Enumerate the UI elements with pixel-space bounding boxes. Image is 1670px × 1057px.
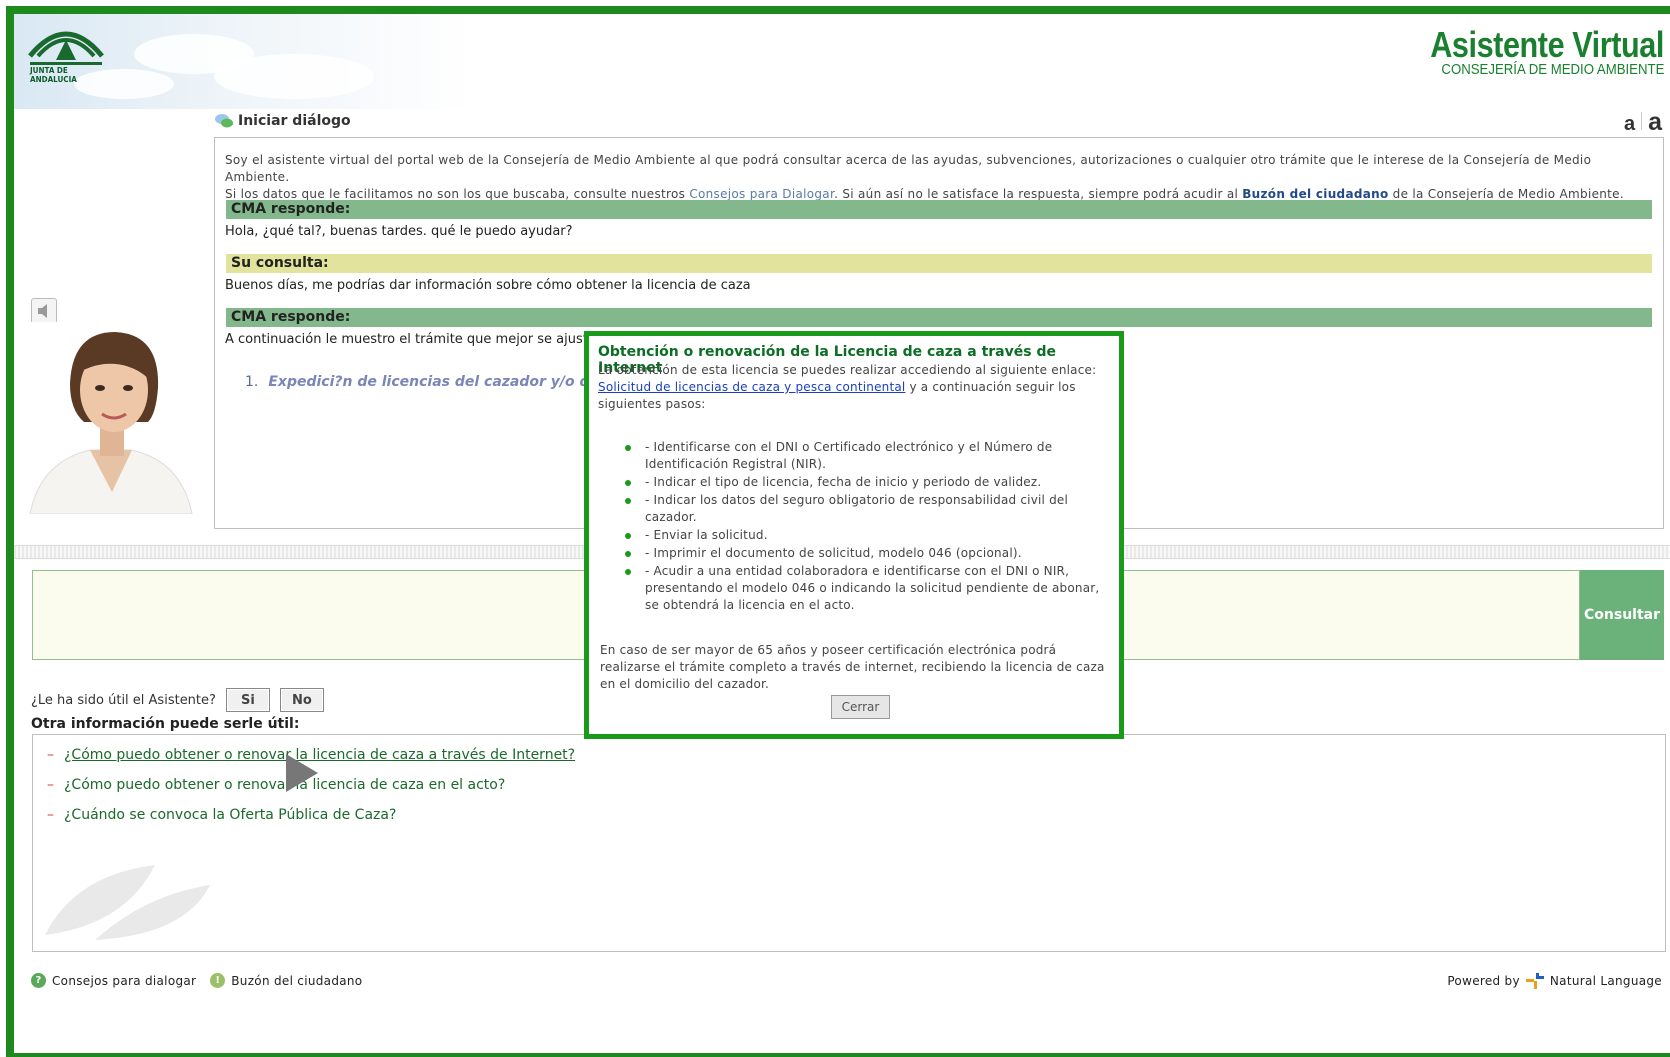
- related-item[interactable]: – ¿Cómo puedo obtener o renovar la licenc…: [47, 777, 505, 793]
- leaf-watermark: [45, 865, 210, 940]
- result-list-item[interactable]: 1. Expedici?n de licencias del cazador y/…: [245, 374, 604, 390]
- powered-by-brand: Natural Language: [1549, 974, 1662, 988]
- feedback-row: ¿Le ha sido útil el Asistente? Si No: [31, 688, 324, 712]
- assistant-avatar: [20, 322, 202, 514]
- intro-text: Soy el asistente virtual del portal web …: [225, 152, 1645, 203]
- step-item: - Indicar el tipo de licencia, fecha de …: [625, 474, 1115, 491]
- window-frame-bottom: [14, 1053, 1670, 1057]
- font-decrease-button[interactable]: a: [1624, 113, 1635, 136]
- speaker-button[interactable]: [31, 298, 57, 324]
- buzon-link[interactable]: Buzón del ciudadano: [1242, 187, 1388, 201]
- result-link[interactable]: Expedici?n de licencias del cazador y/o …: [268, 374, 604, 390]
- popup-intro: La obtención de esta licencia se puedes …: [598, 362, 1118, 413]
- message-header-cma: CMA responde:: [226, 200, 1652, 219]
- intro-line-2-start: Si los datos que le facilitamos no son l…: [225, 187, 690, 201]
- start-dialog-label: Iniciar diálogo: [238, 113, 351, 129]
- font-size-controls: a a: [1624, 108, 1662, 137]
- message-text: A continuación le muestro el trámite que…: [225, 332, 608, 347]
- step-item: - Identificarse con el DNI o Certificado…: [625, 439, 1115, 473]
- footer-consejos-link[interactable]: Consejos para dialogar: [52, 974, 196, 988]
- related-panel: – ¿Cómo puedo obtener o renovar la licenc…: [32, 734, 1666, 952]
- step-item: - Indicar los datos del seguro obligator…: [625, 492, 1115, 526]
- list-bullet: –: [47, 807, 54, 823]
- step-item: - Acudir a una entidad colaboradora e id…: [625, 563, 1115, 614]
- speaker-icon: [38, 304, 47, 318]
- footer-links: ? Consejos para dialogar ! Buzón del ciu…: [31, 973, 362, 988]
- intro-line-2-middle: . Si aún así no le satisface la respuest…: [834, 187, 1243, 201]
- logo-caption: JUNTA DE ANDALUCIA: [30, 66, 77, 84]
- message-header-cma: CMA responde:: [226, 308, 1652, 327]
- licencia-info-popup: Obtención o renovación de la Licencia de…: [584, 331, 1124, 739]
- related-heading: Otra información puede serle útil:: [31, 716, 300, 732]
- brand-title: Asistente Virtual: [1430, 24, 1664, 65]
- step-item: - Enviar la solicitud.: [625, 527, 1115, 544]
- popup-intro-line: La obtención de esta licencia se puedes …: [598, 363, 1097, 377]
- intro-line-2-end: de la Consejería de Medio Ambiente.: [1388, 187, 1624, 201]
- popup-steps-list: - Identificarse con el DNI o Certificado…: [625, 439, 1115, 615]
- font-increase-button[interactable]: a: [1648, 108, 1662, 137]
- related-item-link[interactable]: ¿Cómo puedo obtener o renovar la licenci…: [64, 747, 575, 763]
- powered-by-label: Powered by: [1447, 974, 1520, 988]
- popup-intro-rest: Solicitud de licencias de caza y pesca c…: [598, 379, 1118, 413]
- window-frame-top: [6, 6, 1670, 14]
- feedback-no-button[interactable]: No: [279, 688, 324, 712]
- message-header-user: Su consulta:: [226, 254, 1652, 273]
- window-frame-left: [6, 6, 14, 1057]
- consejos-link[interactable]: Consejos para Dialogar: [689, 187, 834, 201]
- result-number: 1.: [245, 374, 259, 390]
- play-cursor-icon: [286, 754, 318, 792]
- chat-bubbles-icon: [215, 114, 233, 128]
- message-text: Hola, ¿qué tal?, buenas tardes. qué le p…: [225, 224, 573, 239]
- natural-language-logo-icon: [1525, 973, 1544, 989]
- intro-line-1: Soy el asistente virtual del portal web …: [225, 153, 1592, 184]
- feedback-question: ¿Le ha sido útil el Asistente?: [31, 692, 216, 708]
- related-item-link[interactable]: ¿Cuándo se convoca la Oferta Pública de …: [64, 807, 396, 823]
- brand-subtitle: CONSEJERÍA DE MEDIO AMBIENTE: [1441, 61, 1664, 78]
- consultar-button[interactable]: Consultar: [1580, 570, 1664, 660]
- message-text: Buenos días, me podrías dar información …: [225, 278, 751, 293]
- list-bullet: –: [47, 777, 54, 793]
- feedback-yes-button[interactable]: Si: [225, 688, 270, 712]
- related-item[interactable]: – ¿Cuándo se convoca la Oferta Pública de…: [47, 807, 396, 823]
- footer-buzon-link[interactable]: Buzón del ciudadano: [231, 974, 362, 988]
- related-item-link[interactable]: ¿Cómo puedo obtener o renovar la licenci…: [64, 777, 505, 793]
- step-item: - Imprimir el documento de solicitud, mo…: [625, 545, 1115, 562]
- start-dialog[interactable]: Iniciar diálogo: [214, 113, 351, 129]
- help-icon: ?: [31, 973, 46, 988]
- popup-note: En caso de ser mayor de 65 años y poseer…: [600, 643, 1105, 691]
- list-bullet: –: [47, 747, 54, 763]
- font-size-separator: [1641, 112, 1643, 130]
- solicitud-link[interactable]: Solicitud de licencias de caza y pesca c…: [598, 380, 905, 394]
- powered-by: Powered by Natural Language: [1447, 973, 1662, 989]
- close-popup-button[interactable]: Cerrar: [831, 695, 890, 719]
- mailbox-icon: !: [210, 973, 226, 988]
